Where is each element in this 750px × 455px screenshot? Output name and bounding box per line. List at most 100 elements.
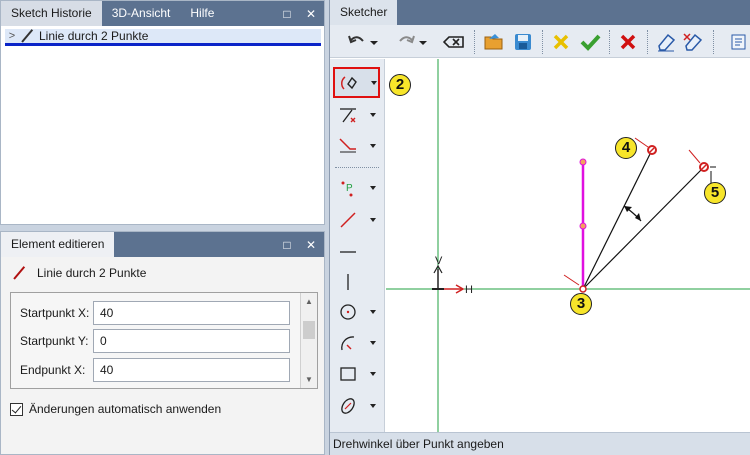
start-x-input[interactable] [93, 301, 290, 325]
svg-text:P: P [346, 183, 353, 194]
start-y-input[interactable] [93, 329, 290, 353]
history-tabbar: Sketch Historie 3D-Ansicht Hilfe □ ✕ [1, 1, 324, 26]
cancel-yellow-icon[interactable] [548, 29, 574, 55]
redo-icon[interactable] [393, 29, 419, 55]
maximize-icon[interactable]: □ [280, 7, 294, 21]
horizontal-line-tool-button[interactable] [334, 237, 381, 267]
field-row-start-y: Startpunkt Y: [11, 329, 290, 353]
rotate-icon [335, 69, 363, 97]
rectangle-icon [334, 360, 362, 388]
chevron-down-icon[interactable] [370, 186, 376, 190]
tab-hilfe[interactable]: Hilfe [180, 1, 224, 26]
chevron-down-icon[interactable] [371, 80, 377, 85]
badge-2: 2 [389, 74, 411, 96]
corner-tool-button[interactable] [334, 131, 381, 161]
drawing-tools-bar: P [330, 59, 385, 432]
scroll-thumb[interactable] [303, 321, 315, 339]
circle-icon [334, 298, 362, 326]
point-tool-button[interactable]: P [334, 173, 381, 203]
line-2points-icon [334, 206, 362, 234]
line-end-point [579, 158, 587, 166]
corner-icon [334, 132, 362, 160]
chevron-down-icon[interactable] [370, 218, 376, 222]
properties-icon[interactable] [725, 29, 750, 55]
axis-h-label: H [465, 284, 473, 296]
rotation-center-point [579, 285, 587, 293]
form-scrollbar[interactable]: ▲ ▼ [300, 293, 317, 388]
vertical-line-tool-button[interactable] [334, 267, 381, 297]
badge-4: 4 [615, 137, 637, 159]
badge-3: 3 [570, 293, 592, 315]
tab-element-editieren[interactable]: Element editieren [1, 232, 115, 257]
arc-tool-button[interactable] [334, 328, 381, 358]
trim-tool-button[interactable] [334, 100, 381, 130]
rotation-ref-line [582, 149, 653, 290]
sketch-drawing[interactable]: V H [386, 59, 750, 432]
checkbox-checked-icon[interactable] [10, 402, 23, 416]
auto-apply-label: Änderungen automatisch anwenden [29, 402, 222, 416]
vertical-line-icon [334, 268, 362, 296]
scroll-down-icon[interactable]: ▼ [301, 371, 317, 388]
history-item-label: Linie durch 2 Punkte [39, 29, 149, 43]
sketcher-toolbar [330, 25, 750, 58]
redo-dropdown-icon[interactable] [417, 29, 429, 55]
field-row-end-x: Endpunkt X: [11, 358, 290, 382]
delete-back-icon[interactable] [441, 29, 467, 55]
sketcher-tabbar: Sketcher [330, 0, 750, 25]
close-icon[interactable]: ✕ [304, 7, 318, 21]
ellipse-icon [334, 392, 362, 420]
rotate-tool-button[interactable] [333, 67, 380, 98]
chevron-down-icon[interactable] [370, 372, 376, 376]
start-y-label: Startpunkt Y: [20, 334, 89, 348]
rotation-target-line [582, 166, 705, 290]
arc-icon [334, 329, 362, 357]
line-icon [19, 29, 33, 43]
horizontal-line-icon [334, 238, 362, 266]
undo-icon[interactable] [344, 29, 370, 55]
maximize-icon[interactable]: □ [280, 238, 294, 252]
tab-3d-ansicht[interactable]: 3D-Ansicht [102, 1, 181, 26]
start-x-label: Startpunkt X: [20, 306, 90, 320]
chevron-down-icon[interactable] [370, 144, 376, 148]
eraser-all-icon[interactable] [680, 29, 706, 55]
badge-5: 5 [704, 182, 726, 204]
element-title: Linie durch 2 Punkte [11, 266, 146, 280]
chevron-down-icon[interactable] [370, 310, 376, 314]
end-x-label: Endpunkt X: [20, 363, 86, 377]
eraser-icon[interactable] [653, 29, 679, 55]
point-icon: P [334, 174, 362, 202]
trim-icon [334, 101, 362, 129]
scroll-up-icon[interactable]: ▲ [301, 293, 317, 310]
element-edit-panel: Element editieren □ ✕ Linie durch 2 Punk… [0, 231, 325, 455]
status-bar: Drehwinkel über Punkt angeben [330, 432, 750, 455]
ellipse-tool-button[interactable] [334, 391, 381, 421]
close-red-icon[interactable] [615, 29, 641, 55]
tab-sketch-historie[interactable]: Sketch Historie [1, 1, 102, 26]
auto-apply-checkbox[interactable]: Änderungen automatisch anwenden [10, 402, 221, 416]
circle-tool-button[interactable] [334, 297, 381, 327]
tab-sketcher[interactable]: Sketcher [330, 0, 398, 25]
chevron-down-icon[interactable] [370, 404, 376, 408]
sketcher-window: Sketcher P V H 2 3 4 5 Drehwinkel über P… [329, 0, 750, 455]
parameter-form: Startpunkt X: Startpunkt Y: Endpunkt X: … [10, 292, 318, 389]
axis-v-label: V [435, 255, 443, 267]
rectangle-tool-button[interactable] [334, 359, 381, 389]
field-row-start-x: Startpunkt X: [11, 301, 290, 325]
chevron-down-icon[interactable] [370, 341, 376, 345]
element-title-label: Linie durch 2 Punkte [37, 266, 147, 280]
chevron-right-icon[interactable]: > [5, 30, 19, 42]
sketch-canvas[interactable]: V H [386, 59, 750, 432]
open-folder-icon[interactable] [481, 29, 507, 55]
line-2points-tool-button[interactable] [334, 205, 381, 235]
save-icon[interactable] [510, 29, 536, 55]
sketch-history-panel: Sketch Historie 3D-Ansicht Hilfe □ ✕ > L… [0, 0, 325, 225]
edit-tabbar: Element editieren □ ✕ [1, 232, 324, 257]
end-x-input[interactable] [93, 358, 290, 382]
close-icon[interactable]: ✕ [304, 238, 318, 252]
chevron-down-icon[interactable] [370, 113, 376, 117]
apply-check-icon[interactable] [577, 29, 603, 55]
undo-dropdown-icon[interactable] [368, 29, 380, 55]
line-mid-point [579, 222, 587, 230]
line-icon [11, 266, 25, 280]
history-item[interactable]: > Linie durch 2 Punkte [5, 29, 321, 46]
